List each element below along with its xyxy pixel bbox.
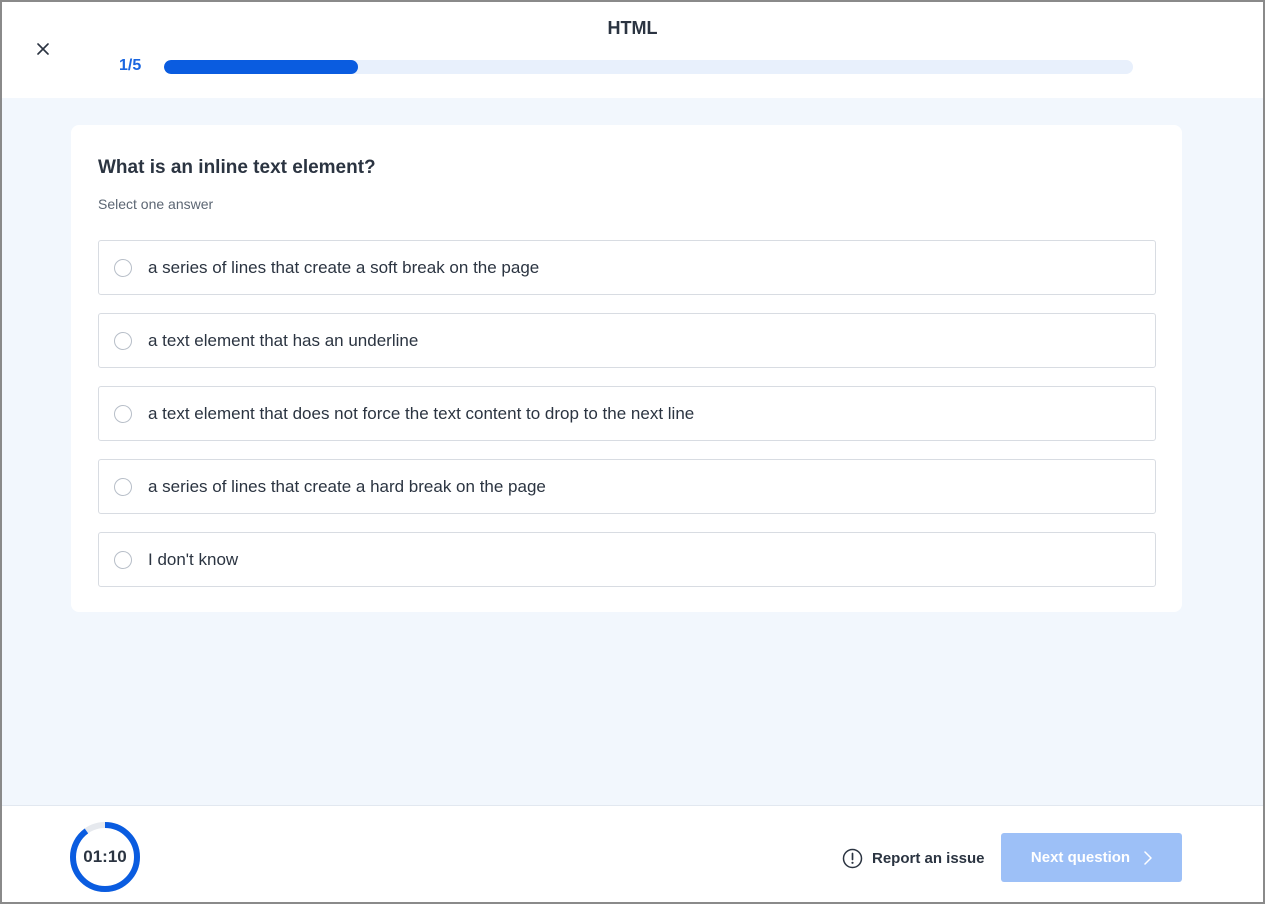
progress-count: 1/5 [119,57,142,74]
answer-options: a series of lines that create a soft bre… [98,240,1156,587]
answer-option-label: a series of lines that create a soft bre… [148,257,540,277]
answer-option-label: a series of lines that create a hard bre… [148,476,546,496]
answer-option-label: I don't know [148,549,239,569]
answer-option[interactable]: I don't know [98,532,1156,587]
close-button[interactable] [32,38,54,60]
answer-option[interactable]: a series of lines that create a hard bre… [98,459,1156,514]
chevron-right-icon [1144,850,1152,865]
answer-option[interactable]: a text element that does not force the t… [98,386,1156,441]
report-issue-label: Report an issue [872,850,985,867]
answer-option-label: a text element that has an underline [148,330,419,350]
answer-option-label: a text element that does not force the t… [148,403,695,423]
progress-bar [164,60,1133,74]
answer-option[interactable]: a series of lines that create a soft bre… [98,240,1156,295]
radio-button[interactable] [114,477,132,496]
next-question-button[interactable]: Next question [1001,833,1182,882]
next-question-label: Next question [1030,849,1131,866]
question-hint: Select one answer [98,196,214,212]
quiz-title: HTML [607,18,658,38]
quiz-header: HTML 1/5 [2,2,1263,98]
progress-fill [164,60,358,74]
exclamation-circle-icon [842,848,863,869]
report-issue-link[interactable]: Report an issue [842,848,985,869]
question-text: What is an inline text element? [98,157,376,178]
question-card: What is an inline text element? Select o… [71,125,1182,612]
quiz-footer: 01:10 Report an issue Next question [2,805,1263,902]
answer-option[interactable]: a text element that has an underline [98,313,1156,368]
radio-button[interactable] [114,258,132,277]
radio-button[interactable] [114,550,132,569]
timer-text: 01:10 [83,847,127,866]
countdown-timer: 01:10 [69,821,141,893]
radio-button[interactable] [114,404,132,423]
close-icon [37,43,49,55]
radio-button[interactable] [114,331,132,350]
